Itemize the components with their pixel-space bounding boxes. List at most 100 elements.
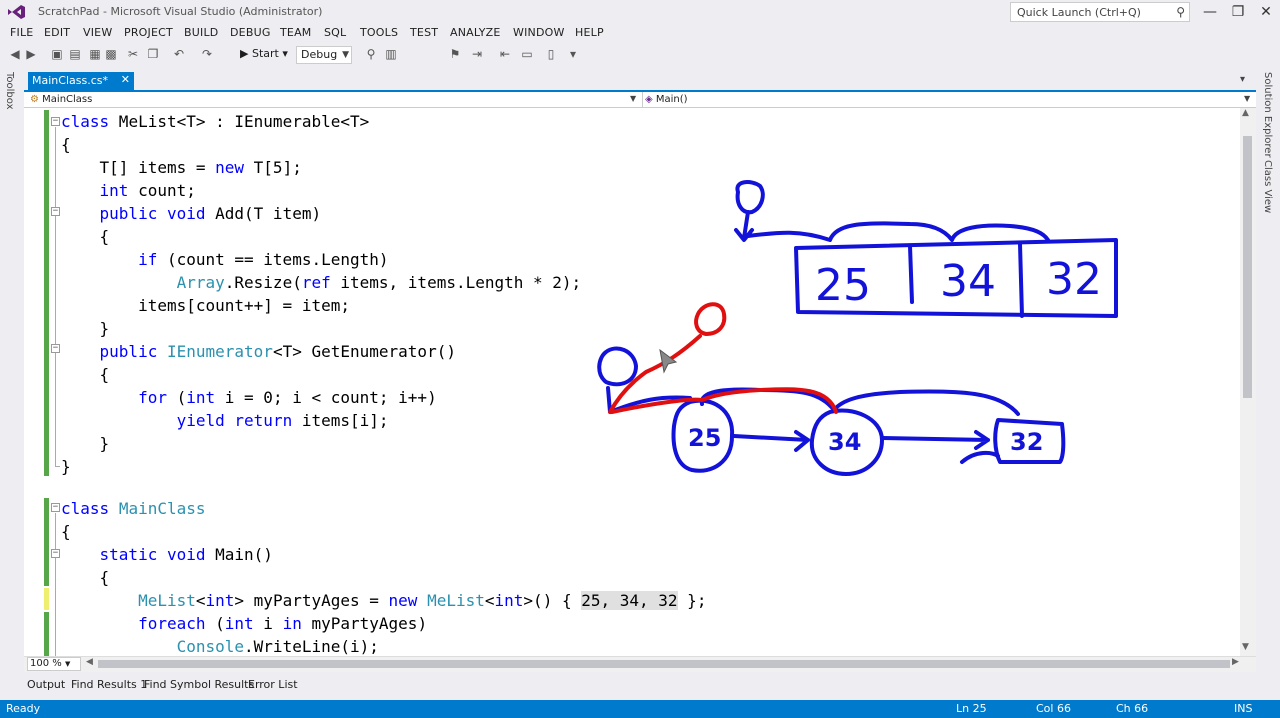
comment-lines-icon[interactable]: ▭ [520,47,534,61]
close-window-button[interactable]: ✕ [1254,2,1278,22]
menu-tools[interactable]: TOOLS [360,26,398,39]
scroll-up-icon[interactable]: ▲ [1242,108,1249,118]
code-keyword: yield [176,411,225,430]
cut-icon[interactable]: ✂ [126,47,140,61]
code-line[interactable]: class MainClass [61,497,206,520]
find-icon[interactable]: ⚲ [364,47,378,61]
menu-view[interactable]: VIEW [83,26,112,39]
scroll-right-icon[interactable]: ▶ [1232,657,1239,667]
code-token: <T> GetEnumerator() [272,342,456,361]
solution-configuration-select[interactable]: Debug ▼ [296,46,352,64]
toolbar-options-icon[interactable]: ▾ [566,47,580,61]
vertical-scroll-thumb[interactable] [1243,136,1252,398]
horizontal-scroll-thumb[interactable] [98,660,1230,668]
back-icon[interactable]: ◀ [8,47,22,61]
close-icon[interactable]: ✕ [121,73,130,86]
code-line[interactable]: { [61,566,110,589]
start-debugging-button[interactable]: ▶ Start ▾ [240,47,288,60]
code-keyword: int [494,591,524,610]
code-editor[interactable] [24,108,1240,656]
copy-icon[interactable]: ❐ [146,47,160,61]
collapse-icon[interactable]: − [51,117,60,126]
code-line[interactable]: MeList<int> myPartyAges = new MeList<int… [61,589,706,612]
indent-icon[interactable]: ⇥ [470,47,484,61]
menu-project[interactable]: PROJECT [124,26,173,39]
tab-overflow-icon[interactable]: ▾ [1240,74,1245,85]
tab-find-symbol-results[interactable]: Find Symbol Results [144,678,254,691]
comment-icon[interactable]: ▥ [384,47,398,61]
collapse-icon[interactable]: − [51,207,60,216]
code-token: count; [128,181,196,200]
toolbox-tab[interactable]: Toolbox [4,72,15,110]
zoom-level-select[interactable]: 100 % ▼ [27,657,81,671]
outdent-icon[interactable]: ⇤ [498,47,512,61]
code-keyword: new [215,158,245,177]
tab-mainclass-cs[interactable]: MainClass.cs* ✕ [28,72,134,90]
uncomment-lines-icon[interactable]: ▯ [544,47,558,61]
menu-window[interactable]: WINDOW [513,26,565,39]
code-line[interactable]: int count; [61,179,196,202]
menu-analyze[interactable]: ANALYZE [450,26,501,39]
code-line[interactable]: for (int i = 0; i < count; i++) [61,386,437,409]
redo-icon[interactable]: ↷ [200,47,214,61]
scroll-left-icon[interactable]: ◀ [86,657,93,667]
scroll-down-icon[interactable]: ▼ [1242,642,1249,652]
menu-file[interactable]: FILE [10,26,33,39]
code-type: Console [176,637,245,656]
code-line[interactable]: { [61,225,110,248]
tab-output[interactable]: Output [27,678,65,691]
code-keyword: int [186,388,216,407]
code-line[interactable]: Array.Resize(ref items, items.Length * 2… [61,271,582,294]
menu-edit[interactable]: EDIT [44,26,70,39]
solution-explorer-tab[interactable]: Solution Explorer [1262,72,1273,158]
menu-sql[interactable]: SQL [324,26,346,39]
code-line[interactable]: public void Add(T item) [61,202,322,225]
code-line[interactable]: T[] items = new T[5]; [61,156,302,179]
forward-icon[interactable]: ▶ [24,47,38,61]
menu-help[interactable]: HELP [575,26,604,39]
tab-error-list[interactable]: Error List [248,678,298,691]
bookmark-icon[interactable]: ⚑ [448,47,462,61]
code-token: .WriteLine(i); [244,637,379,656]
save-icon[interactable]: ▦ [88,47,102,61]
code-keyword: ref [301,273,331,292]
class-dropdown[interactable]: ⚙ MainClass [30,92,638,107]
code-line[interactable]: class MeList<T> : IEnumerable<T> [61,110,369,133]
quick-launch-input[interactable]: Quick Launch (Ctrl+Q) ⚲ [1010,2,1190,22]
code-line[interactable]: public IEnumerator<T> GetEnumerator() [61,340,456,363]
collapse-icon[interactable]: − [51,503,60,512]
menu-team[interactable]: TEAM [280,26,312,39]
code-line[interactable]: yield return items[i]; [61,409,389,432]
new-project-icon[interactable]: ▣ [50,47,64,61]
code-line[interactable]: { [61,363,110,386]
restore-button[interactable]: ❐ [1226,2,1250,22]
code-line[interactable]: } [61,317,110,340]
code-line[interactable]: { [61,520,71,543]
code-line[interactable]: static void Main() [61,543,273,566]
code-line[interactable]: } [61,455,71,478]
collapse-icon[interactable]: − [51,344,60,353]
tab-label: MainClass.cs* [32,74,108,87]
collapse-icon[interactable]: − [51,549,60,558]
code-line[interactable]: foreach (int i in myPartyAges) [61,612,427,635]
code-line[interactable]: items[count++] = item; [61,294,350,317]
code-line[interactable]: Console.WriteLine(i); [61,635,379,658]
open-file-icon[interactable]: ▤ [68,47,82,61]
minimize-button[interactable]: — [1198,2,1222,22]
save-all-icon[interactable]: ▩ [104,47,118,61]
code-token: Add(T item) [205,204,322,223]
code-line[interactable]: if (count == items.Length) [61,248,388,271]
menu-build[interactable]: BUILD [184,26,218,39]
class-view-tab[interactable]: Class View [1262,160,1273,213]
tab-find-results-1[interactable]: Find Results 1 [71,678,147,691]
member-dropdown[interactable]: ◈ Main() [642,92,1252,107]
code-line[interactable]: } [61,432,110,455]
menu-debug[interactable]: DEBUG [230,26,271,39]
class-icon: ⚙ [30,94,43,105]
undo-icon[interactable]: ↶ [172,47,186,61]
code-keyword: void [166,204,206,223]
code-line[interactable]: { [61,133,71,156]
menu-test[interactable]: TEST [410,26,438,39]
